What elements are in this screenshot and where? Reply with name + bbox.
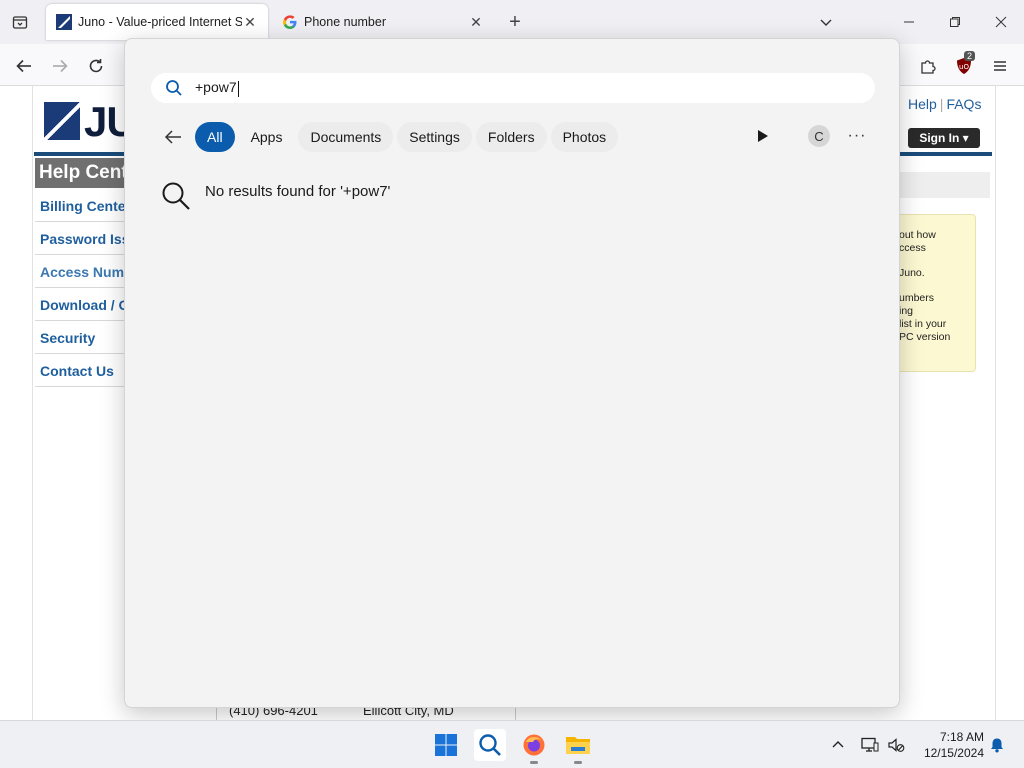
- tab-folders[interactable]: Folders: [475, 122, 547, 152]
- tab-title: Juno - Value-priced Internet Ser: [78, 15, 242, 29]
- note-line: list in your: [899, 318, 947, 330]
- windows-taskbar: 7:18 AM 12/15/2024: [0, 720, 1024, 768]
- ublock-shield-icon[interactable]: uO 2: [951, 51, 977, 79]
- note-line: PC version: [899, 331, 951, 343]
- tab-close-icon[interactable]: ✕: [468, 14, 484, 30]
- notification-bell-icon[interactable]: [987, 735, 1007, 755]
- firefox-icon[interactable]: [518, 729, 550, 761]
- extensions-puzzle-icon[interactable]: [915, 53, 941, 79]
- taskbar-clock[interactable]: 7:18 AM 12/15/2024: [912, 729, 984, 761]
- link-separator: |: [939, 96, 944, 112]
- play-icon[interactable]: [753, 126, 773, 146]
- info-note-box: out how ccess Juno. umbers ing list in your…: [896, 214, 976, 372]
- forward-arrow-icon[interactable]: [47, 53, 73, 79]
- new-tab-plus-icon[interactable]: +: [504, 11, 526, 33]
- tab-documents[interactable]: Documents: [298, 122, 394, 152]
- restore-icon[interactable]: [940, 8, 970, 36]
- tab-juno[interactable]: Juno - Value-priced Internet Ser ✕: [46, 4, 268, 40]
- search-input[interactable]: +pow7: [151, 73, 875, 103]
- juno-favicon-icon: [56, 14, 72, 30]
- close-window-icon[interactable]: [986, 8, 1016, 36]
- sidebar-item-password-issues[interactable]: Password Issu: [35, 222, 127, 255]
- more-options-icon[interactable]: ···: [845, 125, 869, 147]
- running-indicator: [530, 761, 538, 764]
- grey-strip: [896, 172, 990, 198]
- tab-title: Phone number: [304, 15, 387, 29]
- clock-date: 12/15/2024: [923, 746, 984, 760]
- note-line: Juno.: [899, 267, 925, 279]
- minimize-icon[interactable]: [894, 8, 924, 36]
- google-favicon-icon: [283, 15, 297, 29]
- note-line: ccess: [899, 242, 926, 254]
- taskbar-search-icon[interactable]: [474, 729, 506, 761]
- help-center-title: Help Cent: [35, 158, 127, 188]
- reload-icon[interactable]: [83, 53, 109, 79]
- sidebar-item-download[interactable]: Download / O: [35, 288, 127, 321]
- search-icon: [162, 182, 190, 210]
- running-indicator: [574, 761, 582, 764]
- sign-in-button[interactable]: Sign In ▾: [908, 128, 980, 148]
- note-line: out how: [899, 229, 936, 241]
- show-hidden-icons-chevron-up-icon[interactable]: [828, 735, 848, 755]
- sidebar-item-security[interactable]: Security: [35, 321, 127, 354]
- clock-time: 7:18 AM: [939, 730, 984, 744]
- network-monitor-icon[interactable]: [860, 735, 880, 755]
- faqs-link[interactable]: FAQs: [946, 96, 981, 112]
- file-explorer-icon[interactable]: [562, 729, 594, 761]
- tab-all[interactable]: All: [195, 122, 235, 152]
- help-link[interactable]: Help: [908, 96, 937, 112]
- windows-start-icon[interactable]: [430, 729, 462, 761]
- tab-phone-number[interactable]: Phone number ✕: [272, 4, 494, 40]
- svg-text:uO: uO: [959, 63, 969, 71]
- back-arrow-icon[interactable]: [11, 53, 37, 79]
- note-line: ing: [899, 305, 914, 317]
- tab-apps[interactable]: Apps: [239, 122, 295, 152]
- search-icon: [166, 80, 182, 96]
- no-results-text: No results found for '+pow7': [205, 182, 391, 200]
- juno-logo-slash: [44, 102, 80, 140]
- volume-muted-icon[interactable]: [886, 735, 906, 755]
- back-arrow-icon[interactable]: [161, 125, 185, 149]
- note-line: umbers: [899, 292, 935, 304]
- search-query-text: +pow7: [195, 79, 239, 97]
- extension-badge: 2: [964, 51, 976, 61]
- tab-list-icon[interactable]: [9, 11, 31, 33]
- sidebar-item-billing-center[interactable]: Billing Center: [35, 189, 127, 222]
- tab-settings[interactable]: Settings: [397, 122, 472, 152]
- chevron-down-icon[interactable]: [815, 11, 837, 33]
- search-filter-tabs: All Apps Documents Settings Folders Phot…: [161, 121, 622, 153]
- hamburger-menu-icon[interactable]: [987, 53, 1013, 79]
- account-avatar[interactable]: C: [808, 125, 830, 147]
- sidebar-item-access-numbers[interactable]: Access Numbe: [35, 255, 127, 288]
- windows-search-panel: +pow7 All Apps Documents Settings Folder…: [124, 38, 900, 708]
- no-results-message: No results found for '+pow7': [161, 181, 390, 211]
- tab-photos[interactable]: Photos: [550, 122, 619, 152]
- tab-close-icon[interactable]: ✕: [242, 14, 258, 30]
- sidebar-item-contact-us[interactable]: Contact Us: [35, 354, 127, 387]
- top-links: Help | FAQs: [908, 96, 981, 112]
